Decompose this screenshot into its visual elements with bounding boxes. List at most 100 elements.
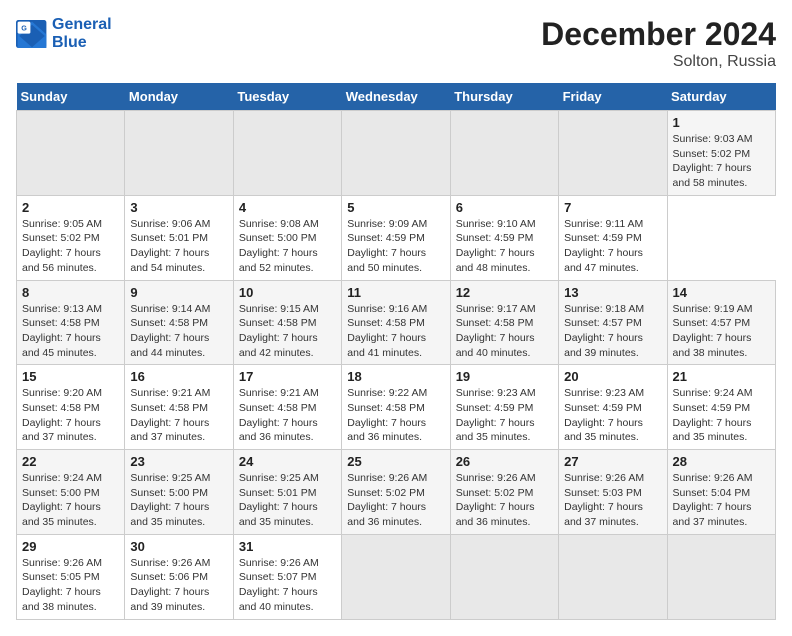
day-info: Sunrise: 9:25 AM Sunset: 5:01 PM Dayligh… (239, 471, 336, 530)
sunset: Sunset: 4:58 PM (347, 316, 444, 331)
sunrise: Sunrise: 9:17 AM (456, 302, 553, 317)
day-cell-27: 27 Sunrise: 9:26 AM Sunset: 5:03 PM Dayl… (559, 450, 667, 535)
day-info: Sunrise: 9:26 AM Sunset: 5:02 PM Dayligh… (456, 471, 553, 530)
day-number: 8 (22, 285, 119, 300)
week-row-6: 29 Sunrise: 9:26 AM Sunset: 5:05 PM Dayl… (17, 534, 776, 619)
day-number: 7 (564, 200, 661, 215)
sunset: Sunset: 5:04 PM (673, 486, 770, 501)
sunset: Sunset: 4:59 PM (456, 231, 553, 246)
sunrise: Sunrise: 9:20 AM (22, 386, 119, 401)
day-cell-3: 3 Sunrise: 9:06 AM Sunset: 5:01 PM Dayli… (125, 195, 233, 280)
day-cell-25: 25 Sunrise: 9:26 AM Sunset: 5:02 PM Dayl… (342, 450, 450, 535)
daylight: Daylight: 7 hours and 40 minutes. (456, 331, 553, 360)
daylight: Daylight: 7 hours and 48 minutes. (456, 246, 553, 275)
sunrise: Sunrise: 9:26 AM (22, 556, 119, 571)
daylight: Daylight: 7 hours and 35 minutes. (130, 500, 227, 529)
daylight: Daylight: 7 hours and 56 minutes. (22, 246, 119, 275)
sunset: Sunset: 5:05 PM (22, 570, 119, 585)
sunrise: Sunrise: 9:26 AM (673, 471, 770, 486)
day-cell-17: 17 Sunrise: 9:21 AM Sunset: 4:58 PM Dayl… (233, 365, 341, 450)
sunrise: Sunrise: 9:22 AM (347, 386, 444, 401)
sunset: Sunset: 4:57 PM (673, 316, 770, 331)
sunrise: Sunrise: 9:25 AM (130, 471, 227, 486)
day-info: Sunrise: 9:21 AM Sunset: 4:58 PM Dayligh… (239, 386, 336, 445)
sunrise: Sunrise: 9:23 AM (564, 386, 661, 401)
sunrise: Sunrise: 9:21 AM (239, 386, 336, 401)
sunrise: Sunrise: 9:11 AM (564, 217, 661, 232)
daylight: Daylight: 7 hours and 35 minutes. (22, 500, 119, 529)
day-cell-23: 23 Sunrise: 9:25 AM Sunset: 5:00 PM Dayl… (125, 450, 233, 535)
daylight: Daylight: 7 hours and 38 minutes. (22, 585, 119, 614)
day-info: Sunrise: 9:21 AM Sunset: 4:58 PM Dayligh… (130, 386, 227, 445)
daylight: Daylight: 7 hours and 45 minutes. (22, 331, 119, 360)
daylight: Daylight: 7 hours and 37 minutes. (130, 416, 227, 445)
empty-cell (667, 534, 775, 619)
empty-cell (17, 111, 125, 196)
daylight: Daylight: 7 hours and 37 minutes. (673, 500, 770, 529)
sunrise: Sunrise: 9:24 AM (673, 386, 770, 401)
day-cell-21: 21 Sunrise: 9:24 AM Sunset: 4:59 PM Dayl… (667, 365, 775, 450)
sunrise: Sunrise: 9:26 AM (564, 471, 661, 486)
day-number: 27 (564, 454, 661, 469)
day-cell-14: 14 Sunrise: 9:19 AM Sunset: 4:57 PM Dayl… (667, 280, 775, 365)
day-cell-18: 18 Sunrise: 9:22 AM Sunset: 4:58 PM Dayl… (342, 365, 450, 450)
sunset: Sunset: 4:59 PM (564, 231, 661, 246)
day-cell-12: 12 Sunrise: 9:17 AM Sunset: 4:58 PM Dayl… (450, 280, 558, 365)
day-cell-31: 31 Sunrise: 9:26 AM Sunset: 5:07 PM Dayl… (233, 534, 341, 619)
daylight: Daylight: 7 hours and 39 minutes. (564, 331, 661, 360)
day-info: Sunrise: 9:20 AM Sunset: 4:58 PM Dayligh… (22, 386, 119, 445)
day-info: Sunrise: 9:19 AM Sunset: 4:57 PM Dayligh… (673, 302, 770, 361)
sunset: Sunset: 5:06 PM (130, 570, 227, 585)
empty-cell (342, 534, 450, 619)
sunset: Sunset: 4:59 PM (456, 401, 553, 416)
empty-cell (559, 111, 667, 196)
day-info: Sunrise: 9:05 AM Sunset: 5:02 PM Dayligh… (22, 217, 119, 276)
logo: G General Blue (16, 16, 112, 52)
day-number: 29 (22, 539, 119, 554)
sunset: Sunset: 4:58 PM (239, 401, 336, 416)
day-info: Sunrise: 9:25 AM Sunset: 5:00 PM Dayligh… (130, 471, 227, 530)
day-info: Sunrise: 9:26 AM Sunset: 5:02 PM Dayligh… (347, 471, 444, 530)
daylight: Daylight: 7 hours and 52 minutes. (239, 246, 336, 275)
day-header-wednesday: Wednesday (342, 83, 450, 111)
day-number: 25 (347, 454, 444, 469)
day-cell-26: 26 Sunrise: 9:26 AM Sunset: 5:02 PM Dayl… (450, 450, 558, 535)
day-number: 20 (564, 369, 661, 384)
daylight: Daylight: 7 hours and 36 minutes. (456, 500, 553, 529)
day-info: Sunrise: 9:24 AM Sunset: 4:59 PM Dayligh… (673, 386, 770, 445)
daylight: Daylight: 7 hours and 54 minutes. (130, 246, 227, 275)
day-header-thursday: Thursday (450, 83, 558, 111)
month-title: December 2024 (541, 16, 776, 53)
daylight: Daylight: 7 hours and 40 minutes. (239, 585, 336, 614)
week-row-2: 2 Sunrise: 9:05 AM Sunset: 5:02 PM Dayli… (17, 195, 776, 280)
sunset: Sunset: 4:59 PM (673, 401, 770, 416)
location: Solton, Russia (541, 53, 776, 71)
day-number: 21 (673, 369, 770, 384)
day-cell-10: 10 Sunrise: 9:15 AM Sunset: 4:58 PM Dayl… (233, 280, 341, 365)
day-info: Sunrise: 9:23 AM Sunset: 4:59 PM Dayligh… (456, 386, 553, 445)
day-number: 10 (239, 285, 336, 300)
sunrise: Sunrise: 9:09 AM (347, 217, 444, 232)
calendar-table: SundayMondayTuesdayWednesdayThursdayFrid… (16, 83, 776, 620)
day-number: 15 (22, 369, 119, 384)
day-info: Sunrise: 9:17 AM Sunset: 4:58 PM Dayligh… (456, 302, 553, 361)
day-cell-2: 2 Sunrise: 9:05 AM Sunset: 5:02 PM Dayli… (17, 195, 125, 280)
sunset: Sunset: 4:58 PM (130, 316, 227, 331)
day-info: Sunrise: 9:06 AM Sunset: 5:01 PM Dayligh… (130, 217, 227, 276)
sunset: Sunset: 4:58 PM (22, 401, 119, 416)
logo-text: General Blue (52, 16, 112, 52)
day-info: Sunrise: 9:13 AM Sunset: 4:58 PM Dayligh… (22, 302, 119, 361)
day-info: Sunrise: 9:16 AM Sunset: 4:58 PM Dayligh… (347, 302, 444, 361)
day-number: 26 (456, 454, 553, 469)
empty-cell (125, 111, 233, 196)
sunrise: Sunrise: 9:19 AM (673, 302, 770, 317)
empty-cell (342, 111, 450, 196)
day-cell-28: 28 Sunrise: 9:26 AM Sunset: 5:04 PM Dayl… (667, 450, 775, 535)
header-row: SundayMondayTuesdayWednesdayThursdayFrid… (17, 83, 776, 111)
daylight: Daylight: 7 hours and 42 minutes. (239, 331, 336, 360)
week-row-3: 8 Sunrise: 9:13 AM Sunset: 4:58 PM Dayli… (17, 280, 776, 365)
daylight: Daylight: 7 hours and 35 minutes. (239, 500, 336, 529)
day-number: 1 (673, 115, 770, 130)
day-number: 9 (130, 285, 227, 300)
day-cell-7: 7 Sunrise: 9:11 AM Sunset: 4:59 PM Dayli… (559, 195, 667, 280)
